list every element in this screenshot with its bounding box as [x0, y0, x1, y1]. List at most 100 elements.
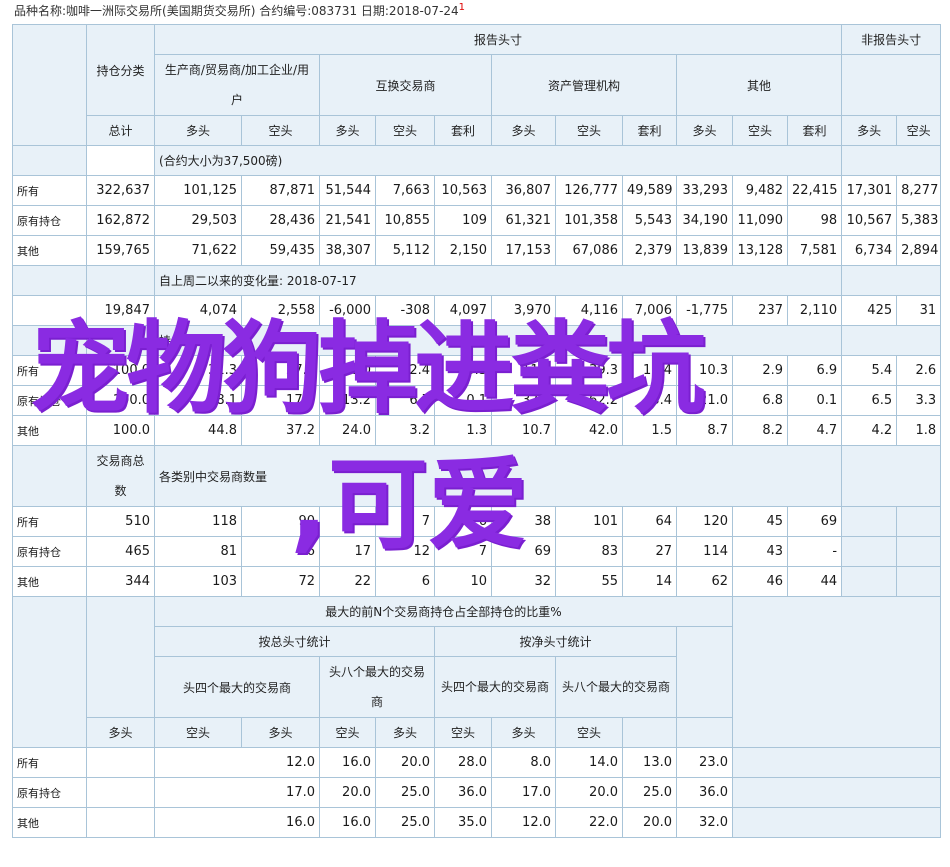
table-cell: 7	[434, 536, 492, 567]
table-row: 其他 16.0 16.0 25.0 35.0 12.0 22.0 20.0 32…	[12, 807, 942, 838]
table-cell: 18.1	[154, 385, 242, 416]
section-blank	[731, 807, 942, 838]
row-label: 其他	[12, 235, 87, 266]
table-cell: 17.0	[154, 777, 320, 808]
reported-header: 报告头寸	[153, 24, 843, 55]
table-cell: 55	[555, 566, 623, 597]
change-band: 自上周二以来的变化量: 2018-07-17	[153, 265, 843, 296]
table-cell: 17,153	[491, 235, 556, 266]
section-blank	[12, 325, 87, 356]
table-cell: 2,894	[896, 235, 942, 266]
table-row: 原有持仓 17.0 20.0 25.0 36.0 17.0 20.0 25.0 …	[12, 777, 942, 808]
col-swap-long: 多头	[319, 115, 376, 146]
table-cell: 27.2	[241, 355, 320, 386]
table-cell: 61,321	[491, 205, 556, 236]
table-cell: 2,110	[786, 295, 843, 326]
table-cell: 465	[86, 536, 155, 567]
other-header: 其他	[675, 54, 843, 116]
col-short: 空头	[154, 717, 242, 748]
table-cell: 32.0	[676, 807, 733, 838]
table-cell: 1.3	[434, 415, 492, 446]
table-cell: 36.0	[676, 777, 733, 808]
section-blank	[841, 445, 942, 507]
table-cell: 20.0	[319, 777, 376, 808]
concentration-header: 最大的前N个交易商持仓占全部持仓的比重%	[154, 596, 733, 627]
table-row: 所有 12.0 16.0 20.0 28.0 8.0 14.0 13.0 23.…	[12, 747, 942, 778]
table-cell: 36.0	[434, 777, 492, 808]
share-band: 持仓占比	[153, 325, 843, 356]
table-cell: 35.0	[434, 807, 492, 838]
table-cell: 103	[154, 566, 242, 597]
table-row: 19,847 4,074 2,558 -6,000 -308 4,097 3,9…	[12, 295, 942, 326]
row-label: 所有	[12, 355, 87, 386]
table-cell: 101,125	[154, 175, 242, 206]
table-cell: 2,150	[434, 235, 492, 266]
table-cell: 62.2	[555, 385, 623, 416]
table-cell: 101,358	[555, 205, 623, 236]
table-cell: 38	[491, 506, 556, 537]
table-cell: 5,112	[375, 235, 435, 266]
col-short: 空头	[434, 717, 492, 748]
table-cell: 100.0	[86, 415, 155, 446]
swap-header: 互换交易商	[319, 54, 492, 116]
table-cell: 90	[241, 506, 320, 537]
table-cell: 118	[154, 506, 242, 537]
table-cell	[86, 777, 155, 808]
table-cell: 4,116	[555, 295, 623, 326]
section-blank	[731, 596, 942, 748]
table-cell: 11.4	[491, 355, 556, 386]
col-short: 空头	[319, 717, 376, 748]
table-cell: 2.6	[896, 355, 942, 386]
table-cell: 39.3	[555, 355, 623, 386]
section-blank	[86, 265, 155, 296]
col-other-short: 空头	[732, 115, 788, 146]
table-cell: 5,383	[896, 205, 942, 236]
net-top4-header: 头四个最大的交易商	[434, 656, 556, 718]
table-cell	[896, 506, 942, 537]
table-cell: 59,435	[241, 235, 320, 266]
row-label: 原有持仓	[12, 536, 87, 567]
table-cell: 425	[841, 295, 898, 326]
section-blank	[12, 145, 87, 176]
table-cell: 10	[434, 566, 492, 597]
table-row: 原有持仓 100.0 18.1 17.5 13.2 6.7 0.1 37.6 6…	[12, 385, 942, 416]
col-total: 总计	[86, 115, 155, 146]
table-cell: 114	[676, 536, 733, 567]
table-cell: 11,090	[732, 205, 788, 236]
table-cell	[896, 536, 942, 567]
table-cell: 10.7	[491, 415, 556, 446]
row-label: 其他	[12, 566, 87, 597]
nonreported-header: 非报告头寸	[841, 24, 942, 55]
table-cell: 162,872	[86, 205, 155, 236]
table-cell: 67,086	[555, 235, 623, 266]
table-cell: 25.0	[375, 807, 435, 838]
table-cell	[841, 566, 898, 597]
table-cell: 29,503	[154, 205, 242, 236]
section-blank	[86, 596, 155, 718]
table-cell: 28.0	[434, 747, 492, 778]
table-cell: 24.0	[319, 415, 376, 446]
table-cell: 87,871	[241, 175, 320, 206]
table-cell: 14	[622, 566, 677, 597]
section-blank	[12, 445, 87, 507]
contract-size-band: (合约大小为37,500磅)	[153, 145, 843, 176]
col-other-long: 多头	[676, 115, 733, 146]
row-label: 所有	[12, 747, 87, 778]
table-cell: 81	[154, 536, 242, 567]
table-cell: 3,970	[491, 295, 556, 326]
table-cell: 98	[786, 205, 843, 236]
gross-top4-header: 头四个最大的交易商	[154, 656, 320, 718]
row-label-empty	[12, 295, 87, 326]
row-label: 原有持仓	[12, 777, 87, 808]
nonreported-blank	[841, 54, 942, 116]
table-cell: 0.1	[786, 385, 843, 416]
table-cell: 13.0	[622, 747, 677, 778]
table-cell: 126,777	[555, 175, 623, 206]
col-long: 多头	[86, 717, 155, 748]
table-cell: -308	[375, 295, 435, 326]
table-cell: 8,277	[896, 175, 942, 206]
table-cell: 14.0	[555, 747, 623, 778]
table-cell: 13,128	[732, 235, 788, 266]
table-cell: 13.2	[319, 385, 376, 416]
header-mark: 1	[458, 2, 466, 13]
